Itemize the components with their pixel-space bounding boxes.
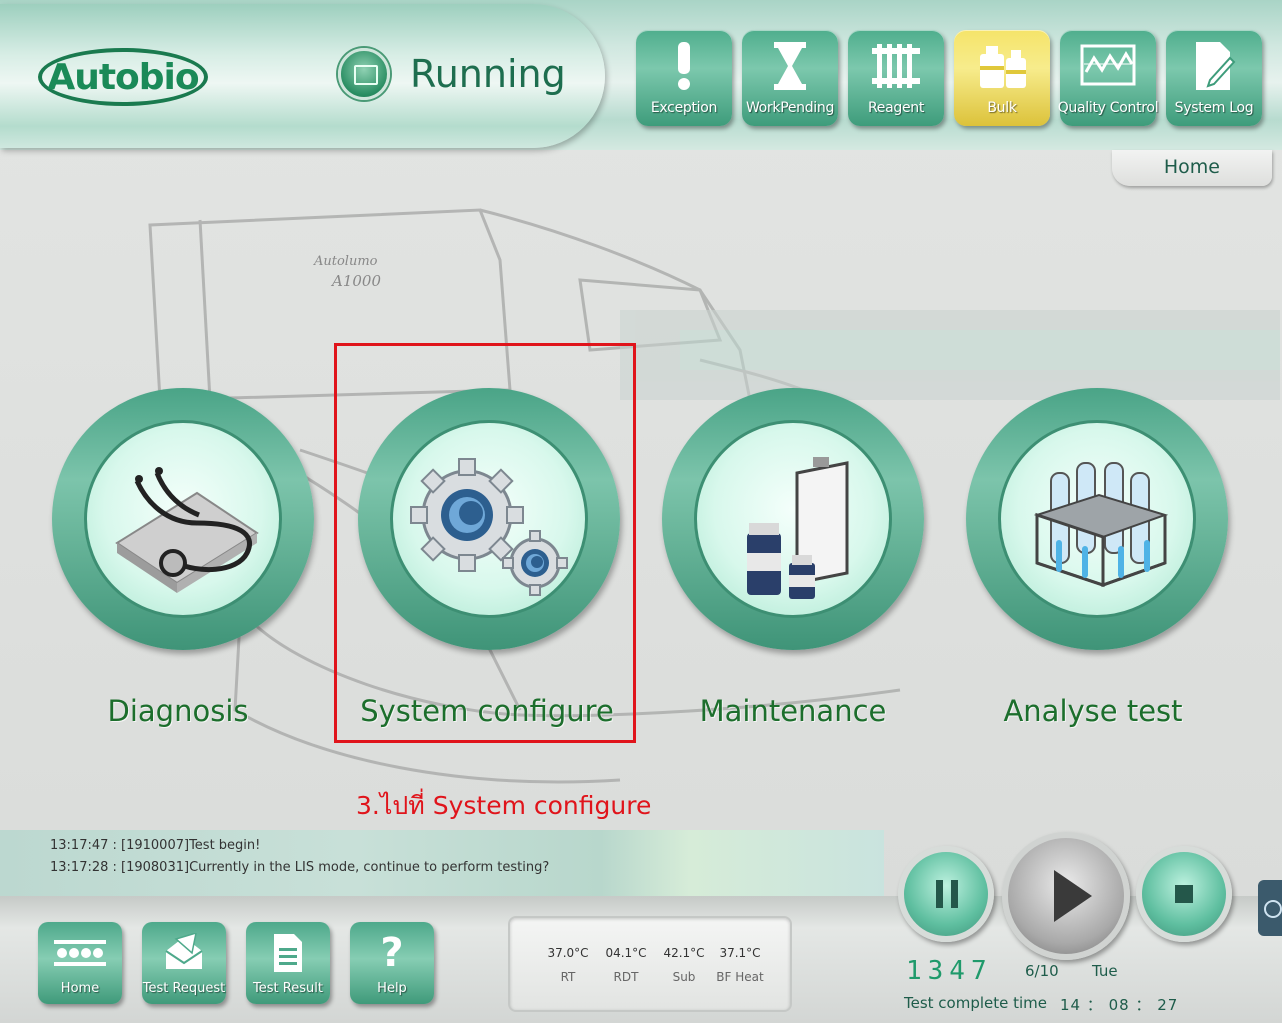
stop-icon xyxy=(1175,885,1193,903)
stethoscope-icon xyxy=(115,467,259,593)
top-toolbar: Exception WorkPending Reagent Bulk Quali… xyxy=(636,30,1262,126)
temp-value: 37.0°C xyxy=(547,946,589,960)
test-result-label: Test Result xyxy=(253,981,323,996)
workpending-button[interactable]: WorkPending xyxy=(742,30,838,126)
reagent-label: Reagent xyxy=(867,100,925,116)
highlight-box xyxy=(334,343,636,743)
exception-button[interactable]: Exception xyxy=(636,30,732,126)
hourglass-icon xyxy=(742,38,838,94)
workpending-label: WorkPending xyxy=(745,100,835,116)
header-panel: Autobio Running xyxy=(0,4,605,148)
analyse-test-label: Analyse test xyxy=(1003,694,1183,728)
pause-button[interactable] xyxy=(898,846,994,942)
diagnosis-module[interactable] xyxy=(52,388,314,650)
bulk-bottles-icon xyxy=(954,38,1050,94)
home-button[interactable]: Home xyxy=(38,922,122,1004)
bulk-button[interactable]: Bulk xyxy=(954,30,1050,126)
temp-value: 04.1°C xyxy=(605,946,647,960)
bulk-label: Bulk xyxy=(987,100,1017,116)
bottles-clipboard-icon xyxy=(747,457,849,599)
temp-value: 37.1°C xyxy=(719,946,761,960)
side-panel-handle[interactable] xyxy=(1258,880,1282,936)
autobio-logo: Autobio xyxy=(38,48,208,106)
temp-label: RDT xyxy=(613,970,639,984)
system-log-button[interactable]: System Log xyxy=(1166,30,1262,126)
device-model-text: A1000 xyxy=(330,272,381,290)
message-line: 13:17:28 : [1908031]Currently in the LIS… xyxy=(50,860,550,875)
test-request-button[interactable]: Test Request xyxy=(142,922,226,1004)
message-log: 13:17:47 : [1910007]Test begin! 13:17:28… xyxy=(0,830,884,896)
device-brand-text: Autolumo xyxy=(313,254,378,269)
play-button[interactable] xyxy=(1002,832,1130,960)
home-label: Home xyxy=(60,981,100,996)
system-log-label: System Log xyxy=(1174,100,1254,116)
temp-rdt: 04.1°C RDT xyxy=(596,946,656,984)
temp-label: BF Heat xyxy=(716,970,764,984)
status-running-icon xyxy=(338,48,390,100)
temp-value: 42.1°C xyxy=(663,946,705,960)
complete-time-value: 14 ： 08 ： 27 xyxy=(1060,996,1179,1014)
test-request-label: Test Request xyxy=(142,981,226,996)
weekday: Tue xyxy=(1092,962,1118,980)
logo-text: Autobio xyxy=(47,56,199,98)
analyse-test-module[interactable] xyxy=(966,388,1228,650)
reagent-rack-icon xyxy=(848,38,944,94)
reagent-button[interactable]: Reagent xyxy=(848,30,944,126)
temp-rt: 37.0°C RT xyxy=(538,946,598,984)
instruction-annotation: 3.ไปที่ System configure xyxy=(356,791,652,820)
test-counter: 1347 xyxy=(906,956,993,986)
complete-time-label: Test complete time xyxy=(904,994,1048,1012)
exclamation-icon xyxy=(636,38,732,94)
maintenance-label: Maintenance xyxy=(699,694,887,728)
temp-label: Sub xyxy=(672,970,696,984)
home-dots-icon xyxy=(38,928,122,978)
test-result-button[interactable]: Test Result xyxy=(246,922,330,1004)
test-progress: 6/10 xyxy=(1025,962,1059,980)
document-pen-icon xyxy=(1166,38,1262,94)
play-icon xyxy=(1054,870,1092,922)
message-line: 13:17:47 : [1910007]Test begin! xyxy=(50,838,261,853)
temp-label: RT xyxy=(560,970,576,984)
qc-chart-icon xyxy=(1060,38,1156,94)
system-status: Running xyxy=(410,52,566,96)
pause-icon xyxy=(936,880,958,908)
breadcrumb: Home xyxy=(1112,150,1272,186)
help-button[interactable]: ? Help xyxy=(350,922,434,1004)
question-icon: ? xyxy=(380,930,404,976)
breadcrumb-home[interactable]: Home xyxy=(1164,156,1220,178)
maintenance-module[interactable] xyxy=(662,388,924,650)
stop-button[interactable] xyxy=(1136,846,1232,942)
document-icon xyxy=(246,928,330,978)
diagnosis-label: Diagnosis xyxy=(107,694,249,728)
envelope-icon xyxy=(142,928,226,978)
exception-label: Exception xyxy=(650,100,718,116)
quality-control-button[interactable]: Quality Control xyxy=(1057,30,1159,126)
temp-bf-heat: 37.1°C BF Heat xyxy=(710,946,770,984)
temp-sub: 42.1°C Sub xyxy=(654,946,714,984)
app-window: ⤢ ⌄ Autolumo A1000 Autobio Running xyxy=(0,0,1282,1023)
help-label: Help xyxy=(377,981,407,996)
temperature-panel: 37.0°C RT 04.1°C RDT 42.1°C Sub 37.1°C B… xyxy=(508,916,792,1012)
test-tube-rack-icon xyxy=(1033,462,1169,588)
quality-control-label: Quality Control xyxy=(1057,100,1159,116)
